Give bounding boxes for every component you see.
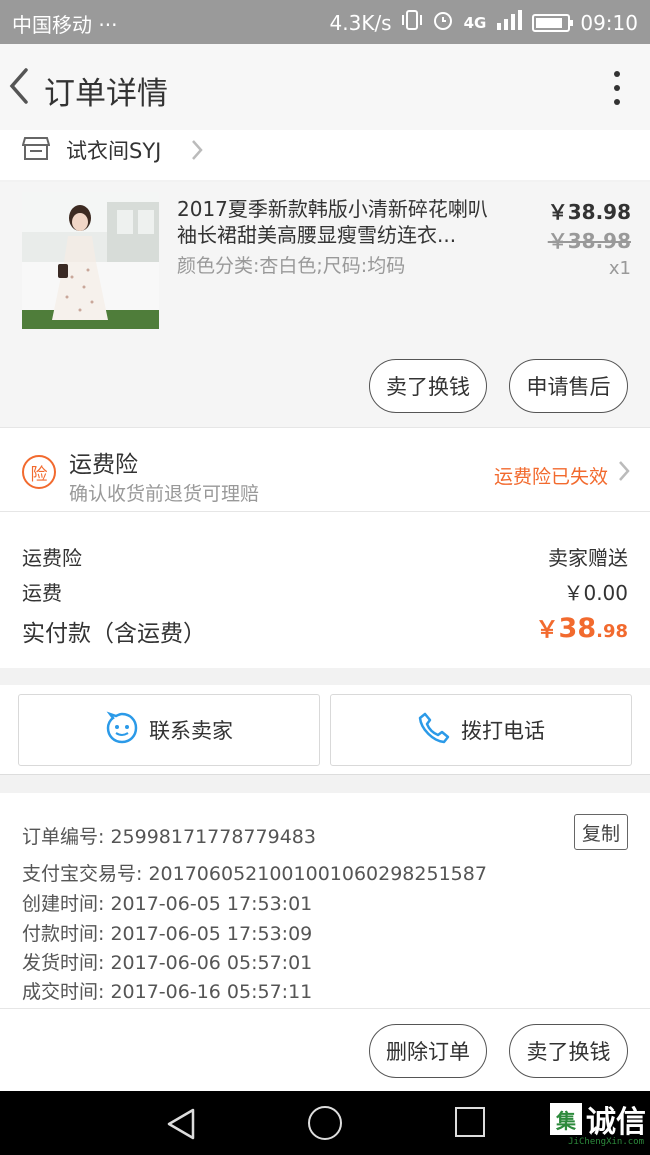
watermark-text: 诚信: [586, 1105, 646, 1140]
total-label: 实付款（含运费）: [22, 621, 206, 647]
product-thumbnail[interactable]: [22, 192, 159, 329]
call-phone-label: 拨打电话: [461, 719, 545, 743]
alipay-number: 2017060521001001060298251587: [148, 863, 487, 885]
vibrate-icon: [401, 9, 422, 36]
order-number[interactable]: 25998171778779483: [110, 826, 316, 848]
fee-value: 卖家赠送: [548, 546, 628, 570]
closed-time: 2017-06-16 05:57:11: [110, 981, 313, 1003]
insurance-title: 运费险: [69, 452, 138, 478]
total-integer: 38: [558, 613, 597, 644]
store-icon: [21, 136, 51, 166]
clock: 09:10: [580, 10, 638, 35]
total-amount: ￥38.98: [536, 610, 628, 644]
order-info: 订单编号: 25998171778779483 复制 支付宝交易号: 20170…: [0, 793, 650, 1008]
insurance-status: 运费险已失效: [493, 466, 608, 488]
closed-row: 成交时间: 2017-06-16 05:57:11: [22, 977, 312, 1004]
after-sale-button[interactable]: 申请售后: [509, 359, 628, 413]
product-item[interactable]: 2017夏季新款韩版小清新碎花喇叭袖长裙甜美高腰显瘦雪纺连衣... 颜色分类:杏…: [0, 182, 650, 427]
insurance-icon: 险: [22, 455, 56, 489]
status-bar: 中国移动 ··· 4.3K/s 4G 09:10: [0, 0, 650, 44]
paid-row: 付款时间: 2017-06-05 17:53:09: [22, 919, 312, 946]
order-number-row: 订单编号: 25998171778779483: [22, 822, 316, 849]
insurance-subtitle: 确认收货前退货可理赔: [69, 483, 260, 505]
app-header: 订单详情: [0, 44, 650, 130]
delete-order-button[interactable]: 删除订单: [369, 1024, 487, 1078]
info-key: 支付宝交易号:: [22, 863, 143, 885]
more-dot-icon: [614, 71, 620, 77]
back-button[interactable]: [6, 66, 36, 106]
page-title: 订单详情: [44, 76, 168, 112]
created-row: 创建时间: 2017-06-05 17:53:01: [22, 889, 312, 916]
chevron-left-icon: [9, 68, 28, 104]
chat-bubble-icon: [105, 711, 139, 750]
watermark-url: JiChengXin.com: [568, 1137, 644, 1147]
battery-icon: [532, 13, 574, 32]
call-phone-button[interactable]: 拨打电话: [330, 694, 632, 766]
total-row: 实付款（含运费） ￥38.98: [22, 613, 628, 648]
shipped-time: 2017-06-06 05:57:01: [110, 952, 313, 974]
carrier-label: 中国移动 ···: [12, 13, 118, 37]
alarm-icon: [432, 9, 454, 36]
shop-name: 试衣间SYJ: [66, 139, 162, 163]
phone-icon: [417, 711, 451, 750]
fee-value: ￥0.00: [563, 581, 628, 605]
total-currency: ￥: [535, 617, 559, 643]
product-sku: 颜色分类:杏白色;尺码:均码: [177, 255, 406, 277]
product-price: ￥38.98: [547, 200, 631, 224]
fee-label: 运费险: [22, 546, 82, 570]
copy-button[interactable]: 复制: [574, 814, 628, 850]
sell-for-cash-button[interactable]: 卖了换钱: [369, 359, 487, 413]
contact-seller-button[interactable]: 联系卖家: [18, 694, 320, 766]
system-nav-bar: 集 诚信 JiChengXin.com: [0, 1091, 650, 1155]
fee-row: 运费险 卖家赠送: [22, 542, 628, 571]
info-key: 发货时间:: [22, 952, 105, 974]
info-key: 创建时间:: [22, 893, 105, 915]
contact-bar: 联系卖家 拨打电话: [0, 685, 650, 775]
product-title: 2017夏季新款韩版小清新碎花喇叭袖长裙甜美高腰显瘦雪纺连衣...: [177, 197, 488, 247]
contact-seller-label: 联系卖家: [149, 719, 233, 743]
nav-home-icon[interactable]: [308, 1106, 342, 1140]
fee-label: 运费: [22, 581, 62, 605]
fee-row: 运费 ￥0.00: [22, 577, 628, 606]
chevron-right-icon: [618, 460, 630, 486]
info-key: 成交时间:: [22, 981, 105, 1003]
paid-time: 2017-06-05 17:53:09: [110, 923, 313, 945]
alipay-row: 支付宝交易号: 2017060521001001060298251587: [22, 859, 487, 886]
nav-back-icon[interactable]: [165, 1107, 197, 1145]
shipping-insurance-row[interactable]: 险 运费险 确认收货前退货可理赔 运费险已失效: [0, 427, 650, 511]
chevron-right-icon: [190, 138, 204, 166]
sell-for-cash-button[interactable]: 卖了换钱: [509, 1024, 628, 1078]
info-key: 订单编号:: [22, 826, 105, 848]
shop-row[interactable]: 试衣间SYJ: [0, 130, 650, 180]
signal-icon: [496, 9, 523, 36]
network-type: 4G: [463, 13, 487, 32]
created-time: 2017-06-05 17:53:01: [110, 893, 313, 915]
shipped-row: 发货时间: 2017-06-06 05:57:01: [22, 948, 312, 975]
product-original-price: ￥38.98: [547, 229, 631, 253]
more-options-button[interactable]: [612, 68, 622, 108]
more-dot-icon: [614, 85, 620, 91]
watermark-box: 集: [550, 1103, 582, 1135]
watermark-logo: 集 诚信: [550, 1097, 646, 1141]
nav-recents-icon[interactable]: [455, 1107, 485, 1137]
fee-summary: 运费险 卖家赠送 运费 ￥0.00 实付款（含运费） ￥38.98: [0, 511, 650, 668]
more-dot-icon: [614, 99, 620, 105]
network-speed: 4.3K/s: [329, 10, 392, 35]
bottom-actions: 删除订单 卖了换钱: [0, 1008, 650, 1091]
info-key: 付款时间:: [22, 923, 105, 945]
product-quantity: x1: [608, 258, 631, 279]
total-decimal: .98: [596, 621, 628, 642]
